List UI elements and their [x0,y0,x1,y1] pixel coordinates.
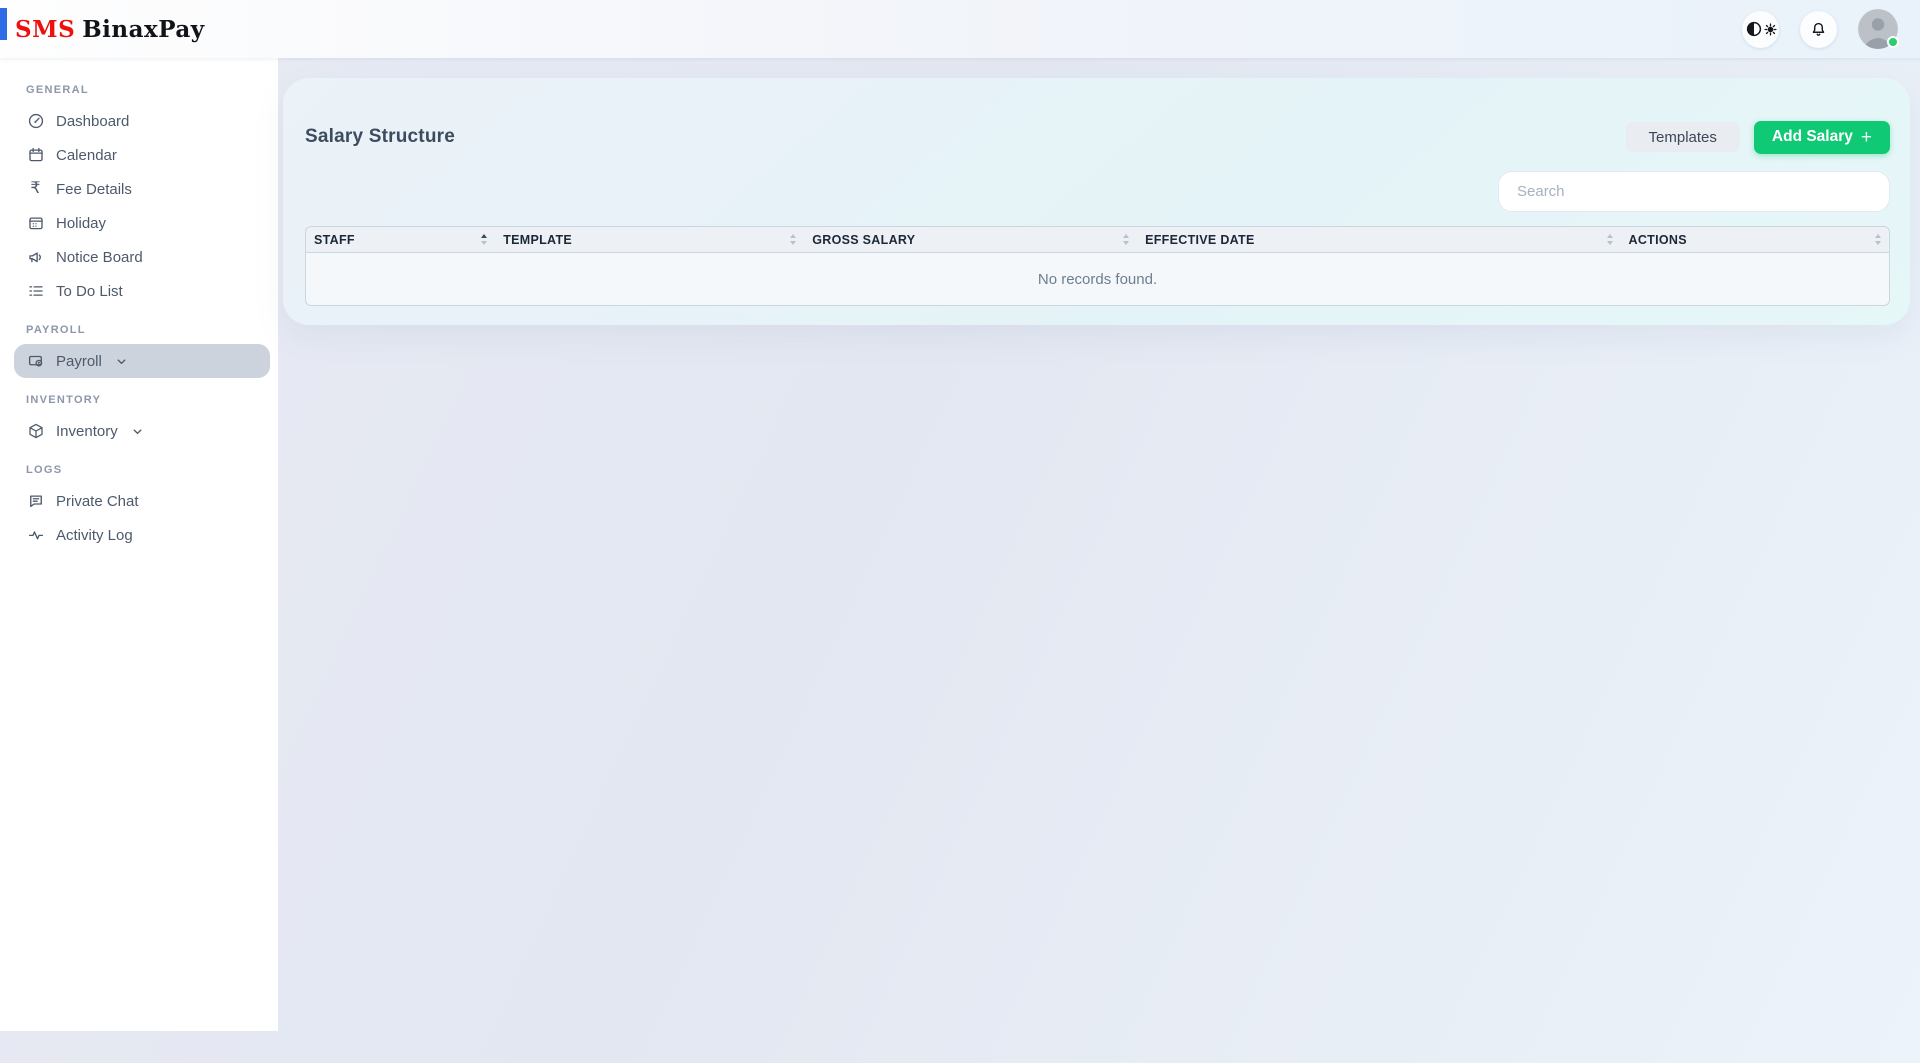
column-label: ACTIONS [1628,232,1687,247]
sidebar-section-general: GENERAL [26,84,89,96]
salary-structure-table: STAFF TEMPLATE GROSS SALARY EFFECTIVE DA… [305,226,1890,306]
column-label: STAFF [314,232,355,247]
online-status-dot [1887,36,1899,48]
sidebar-item-label: Calendar [56,146,117,164]
sidebar-item-fee-details[interactable]: ₹ Fee Details [14,172,270,206]
holiday-calendar-icon [26,214,45,233]
sidebar: GENERAL Dashboard Calendar ₹ Fee Details… [0,58,278,1031]
activity-pulse-icon [26,526,45,545]
sidebar-item-private-chat[interactable]: Private Chat [14,484,270,518]
sidebar-item-inventory[interactable]: Inventory [14,414,270,448]
sidebar-item-label: Inventory [56,422,118,440]
chevron-down-icon [115,355,128,368]
payroll-cheque-icon [26,352,45,371]
topbar-actions [1742,0,1899,58]
sidebar-item-dashboard[interactable]: Dashboard [14,104,270,138]
sidebar-item-label: Payroll [56,352,102,370]
column-header-gross-salary[interactable]: GROSS SALARY [804,226,1138,253]
sidebar-item-label: Fee Details [56,180,132,198]
chat-bubble-icon [26,492,45,511]
sort-icon[interactable] [1123,234,1130,245]
sort-icon[interactable] [790,234,797,245]
bell-icon [1809,20,1828,39]
rupee-icon: ₹ [30,180,41,197]
column-label: TEMPLATE [503,232,573,247]
sidebar-section-inventory: INVENTORY [26,394,102,406]
empty-row: No records found. [305,253,1890,306]
app-logo[interactable]: SMS BinaxPay [15,16,205,43]
theme-toggle-button[interactable] [1742,10,1779,48]
salary-structure-card: Salary Structure Templates Add Salary + … [283,78,1910,325]
sidebar-item-activity-log[interactable]: Activity Log [14,518,270,552]
logo-accent-bar [0,8,7,40]
package-box-icon [26,422,45,441]
sun-icon [1763,22,1777,36]
empty-message: No records found. [305,253,1890,306]
column-header-template[interactable]: TEMPLATE [495,226,805,253]
add-salary-button[interactable]: Add Salary + [1753,120,1890,154]
sidebar-item-label: To Do List [56,282,123,300]
calendar-icon [26,146,45,165]
dashboard-gauge-icon [26,112,45,131]
column-header-actions[interactable]: ACTIONS [1620,226,1890,253]
logo-brand-text: BinaxPay [82,15,205,43]
sidebar-item-label: Holiday [56,214,107,232]
user-avatar[interactable] [1858,9,1899,49]
table-header-row: STAFF TEMPLATE GROSS SALARY EFFECTIVE DA… [305,226,1890,253]
page-title: Salary Structure [305,126,455,147]
sidebar-item-label: Dashboard [56,112,130,130]
sidebar-item-label: Private Chat [56,492,139,510]
table-wrap: STAFF TEMPLATE GROSS SALARY EFFECTIVE DA… [305,226,1890,306]
chevron-down-icon [131,425,144,438]
card-header: Salary Structure Templates Add Salary + [305,120,1890,154]
sidebar-item-payroll[interactable]: Payroll [14,344,270,378]
column-header-effective-date[interactable]: EFFECTIVE DATE [1137,226,1621,253]
search-input[interactable] [1498,171,1890,212]
notifications-button[interactable] [1800,10,1837,48]
sidebar-section-payroll: PAYROLL [26,324,86,336]
sidebar-section-logs: LOGS [26,464,63,476]
sidebar-item-calendar[interactable]: Calendar [14,138,270,172]
todo-list-icon [26,282,45,301]
search-row [305,171,1890,212]
sidebar-item-label: Notice Board [56,248,143,266]
column-label: GROSS SALARY [812,232,916,247]
contrast-icon [1745,20,1763,38]
sort-icon[interactable] [1875,234,1881,245]
logo-sms-text: SMS [15,15,76,43]
column-header-staff[interactable]: STAFF [305,226,496,253]
add-salary-label: Add Salary [1771,128,1853,145]
header-actions: Templates Add Salary + [1625,120,1890,154]
megaphone-icon [26,248,45,267]
topbar: SMS BinaxPay [0,0,1920,58]
column-label: EFFECTIVE DATE [1145,232,1255,247]
sidebar-item-notice-board[interactable]: Notice Board [14,240,270,274]
templates-button[interactable]: Templates [1625,122,1740,152]
sort-icon[interactable] [481,234,488,245]
sidebar-item-to-do-list[interactable]: To Do List [14,274,270,308]
plus-icon: + [1860,126,1872,148]
sidebar-item-label: Activity Log [56,526,133,544]
sidebar-item-holiday[interactable]: Holiday [14,206,270,240]
sort-icon[interactable] [1606,234,1613,245]
